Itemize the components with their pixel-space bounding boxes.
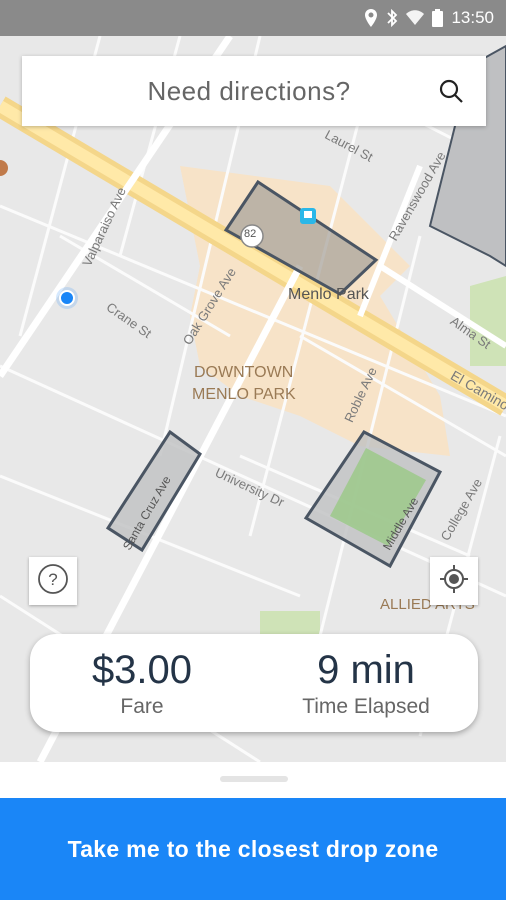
fare-section: $3.00 Fare: [30, 634, 254, 732]
fare-label: Fare: [120, 694, 164, 718]
search-icon[interactable]: [416, 78, 486, 104]
route-82-label: 82: [244, 228, 257, 240]
downtown-label-2: MENLO PARK: [192, 386, 296, 403]
time-value: 9 min: [317, 647, 415, 692]
svg-text:?: ?: [48, 570, 57, 589]
help-button[interactable]: ?: [29, 557, 77, 605]
menlo-park-label: Menlo Park: [288, 286, 369, 303]
search-input[interactable]: Need directions?: [22, 76, 416, 107]
bottom-sheet[interactable]: [0, 762, 506, 798]
crosshair-icon: [439, 564, 469, 599]
fare-value: $3.00: [91, 647, 193, 692]
time-label: Time Elapsed: [302, 694, 430, 718]
trip-info-card: $3.00 Fare 9 min Time Elapsed: [30, 634, 478, 732]
wifi-icon: [406, 10, 425, 26]
status-time: 13:50: [451, 8, 494, 27]
help-icon: ?: [37, 563, 69, 600]
battery-icon: [432, 9, 444, 27]
status-bar: 13:50: [0, 0, 506, 36]
downtown-label-1: DOWNTOWN: [194, 364, 294, 381]
location-icon: [364, 9, 378, 27]
time-section: 9 min Time Elapsed: [254, 634, 478, 732]
drag-handle[interactable]: [220, 776, 288, 782]
closest-drop-zone-button[interactable]: Take me to the closest drop zone: [0, 798, 506, 900]
locate-button[interactable]: [430, 557, 478, 605]
bluetooth-icon: [386, 9, 398, 27]
search-bar[interactable]: Need directions?: [22, 56, 486, 126]
